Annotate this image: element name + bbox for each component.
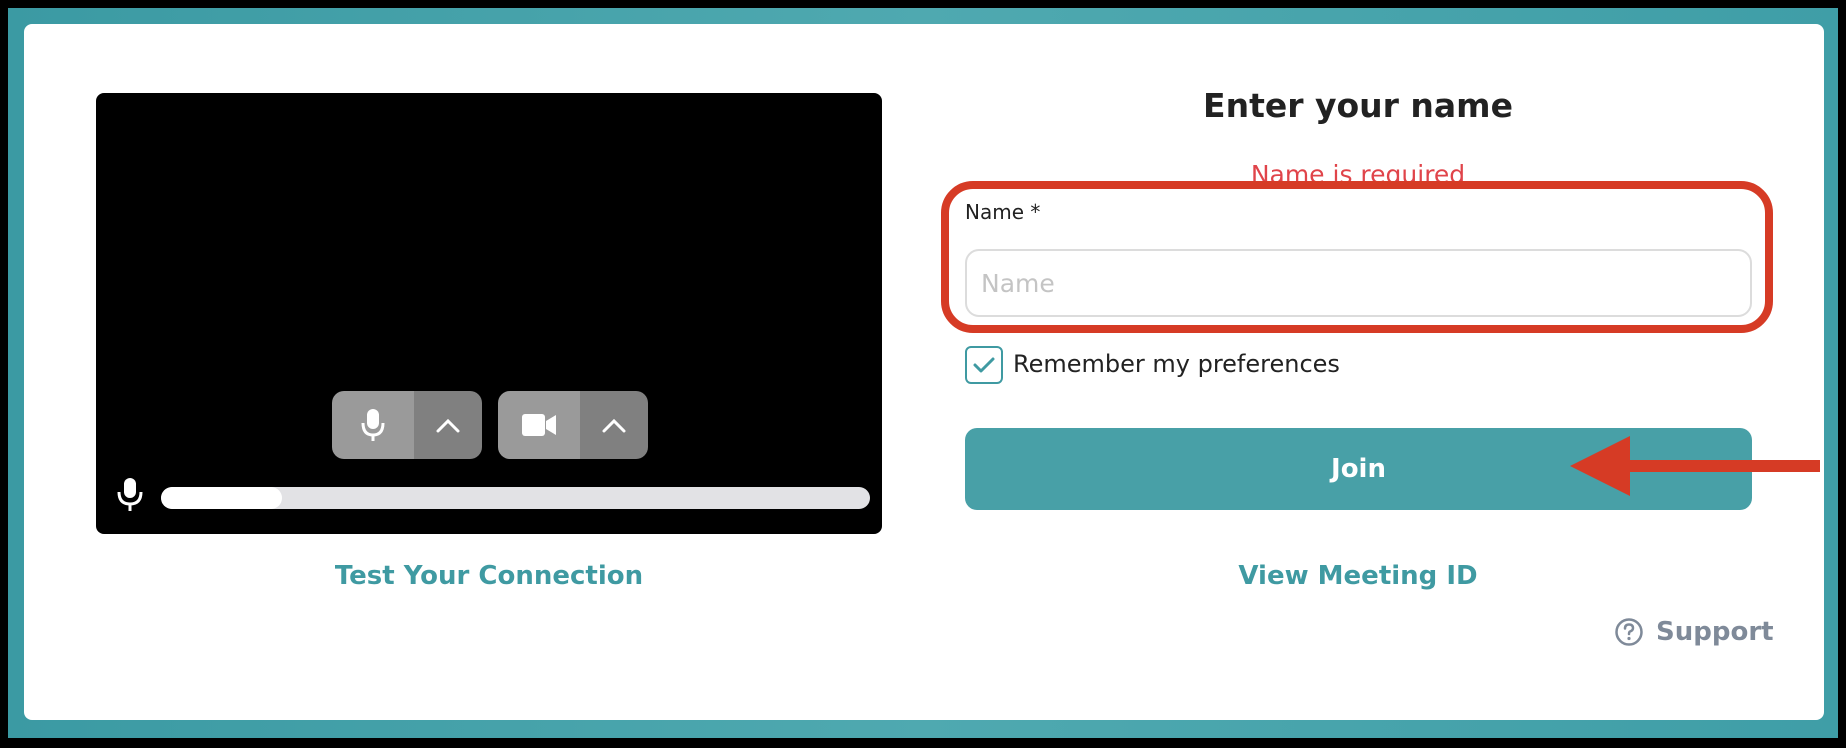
microphone-icon [117,478,143,511]
view-meeting-id-link[interactable]: View Meeting ID [940,561,1776,591]
test-connection-link[interactable]: Test Your Connection [96,561,882,591]
remember-preferences-label[interactable]: Remember my preferences [1013,350,1340,378]
camera-options-button[interactable] [580,391,648,459]
annotation-arrow-icon [1570,436,1820,496]
microphone-icon [361,409,385,441]
name-field-label: Name * [965,200,1041,224]
name-input[interactable] [965,249,1752,317]
page-title: Enter your name [1203,86,1513,125]
microphone-options-button[interactable] [414,391,482,459]
help-circle-icon [1615,618,1643,646]
audio-level-meter [161,487,870,509]
remember-preferences-checkbox[interactable] [965,346,1003,384]
audio-level-fill [161,487,282,509]
microphone-toggle-button[interactable] [332,391,414,459]
chevron-up-icon [436,418,460,433]
checkmark-icon [973,357,995,373]
camera-toggle-button[interactable] [498,391,580,459]
video-camera-icon [522,414,556,436]
microphone-control [332,391,482,459]
support-link[interactable]: Support [1614,617,1774,647]
chevron-up-icon [602,418,626,433]
video-preview [96,93,882,534]
support-label: Support [1656,617,1774,647]
camera-control [498,391,648,459]
